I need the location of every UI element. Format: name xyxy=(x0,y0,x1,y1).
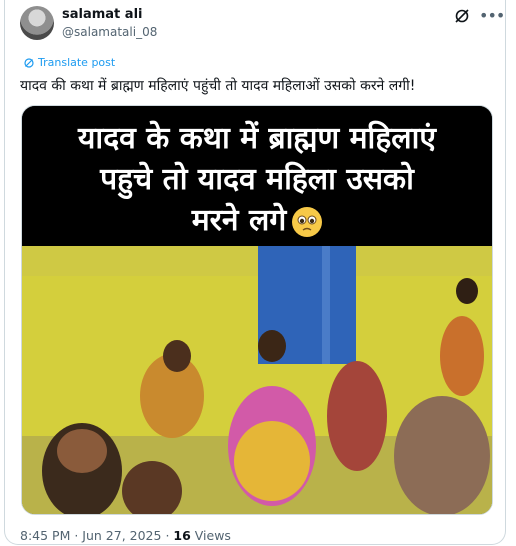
caption-line-3-wrap: मरने लगे xyxy=(22,200,492,241)
translate-post-link[interactable]: Translate post xyxy=(24,56,115,69)
pleading-face-emoji xyxy=(292,206,323,237)
views-label: Views xyxy=(190,528,231,543)
translate-label: Translate post xyxy=(38,56,116,69)
avatar[interactable] xyxy=(20,6,54,40)
post-time[interactable]: 8:45 PM xyxy=(20,528,70,543)
post-video[interactable]: यादव के कथा में ब्राह्मण महिलाएं पहुचे त… xyxy=(21,105,493,515)
caption-line-3: मरने लगे xyxy=(191,203,287,238)
meta-separator-2: · xyxy=(161,528,174,543)
caption-line-1: यादव के कथा में ब्राह्मण महिलाएं xyxy=(78,121,436,156)
author-name[interactable]: salamat ali xyxy=(62,7,142,22)
caption-line-2: पहुचे तो यादव महिला उसको xyxy=(100,162,414,197)
meta-separator: · xyxy=(70,528,83,543)
author-handle[interactable]: @salamatali_08 xyxy=(62,25,157,39)
post-date[interactable]: Jun 27, 2025 xyxy=(82,528,161,543)
globe-icon xyxy=(24,57,34,68)
post-text: यादव की कथा में ब्राह्मण महिलाएं पहुंची … xyxy=(20,78,416,94)
video-frame xyxy=(22,246,492,514)
post-meta: 8:45 PM · Jun 27, 2025 · 16 Views xyxy=(20,528,231,543)
more-icon[interactable]: ••• xyxy=(479,8,505,24)
grok-icon[interactable] xyxy=(454,8,470,24)
views-count: 16 xyxy=(173,528,191,543)
video-caption: यादव के कथा में ब्राह्मण महिलाएं पहुचे त… xyxy=(22,106,492,246)
